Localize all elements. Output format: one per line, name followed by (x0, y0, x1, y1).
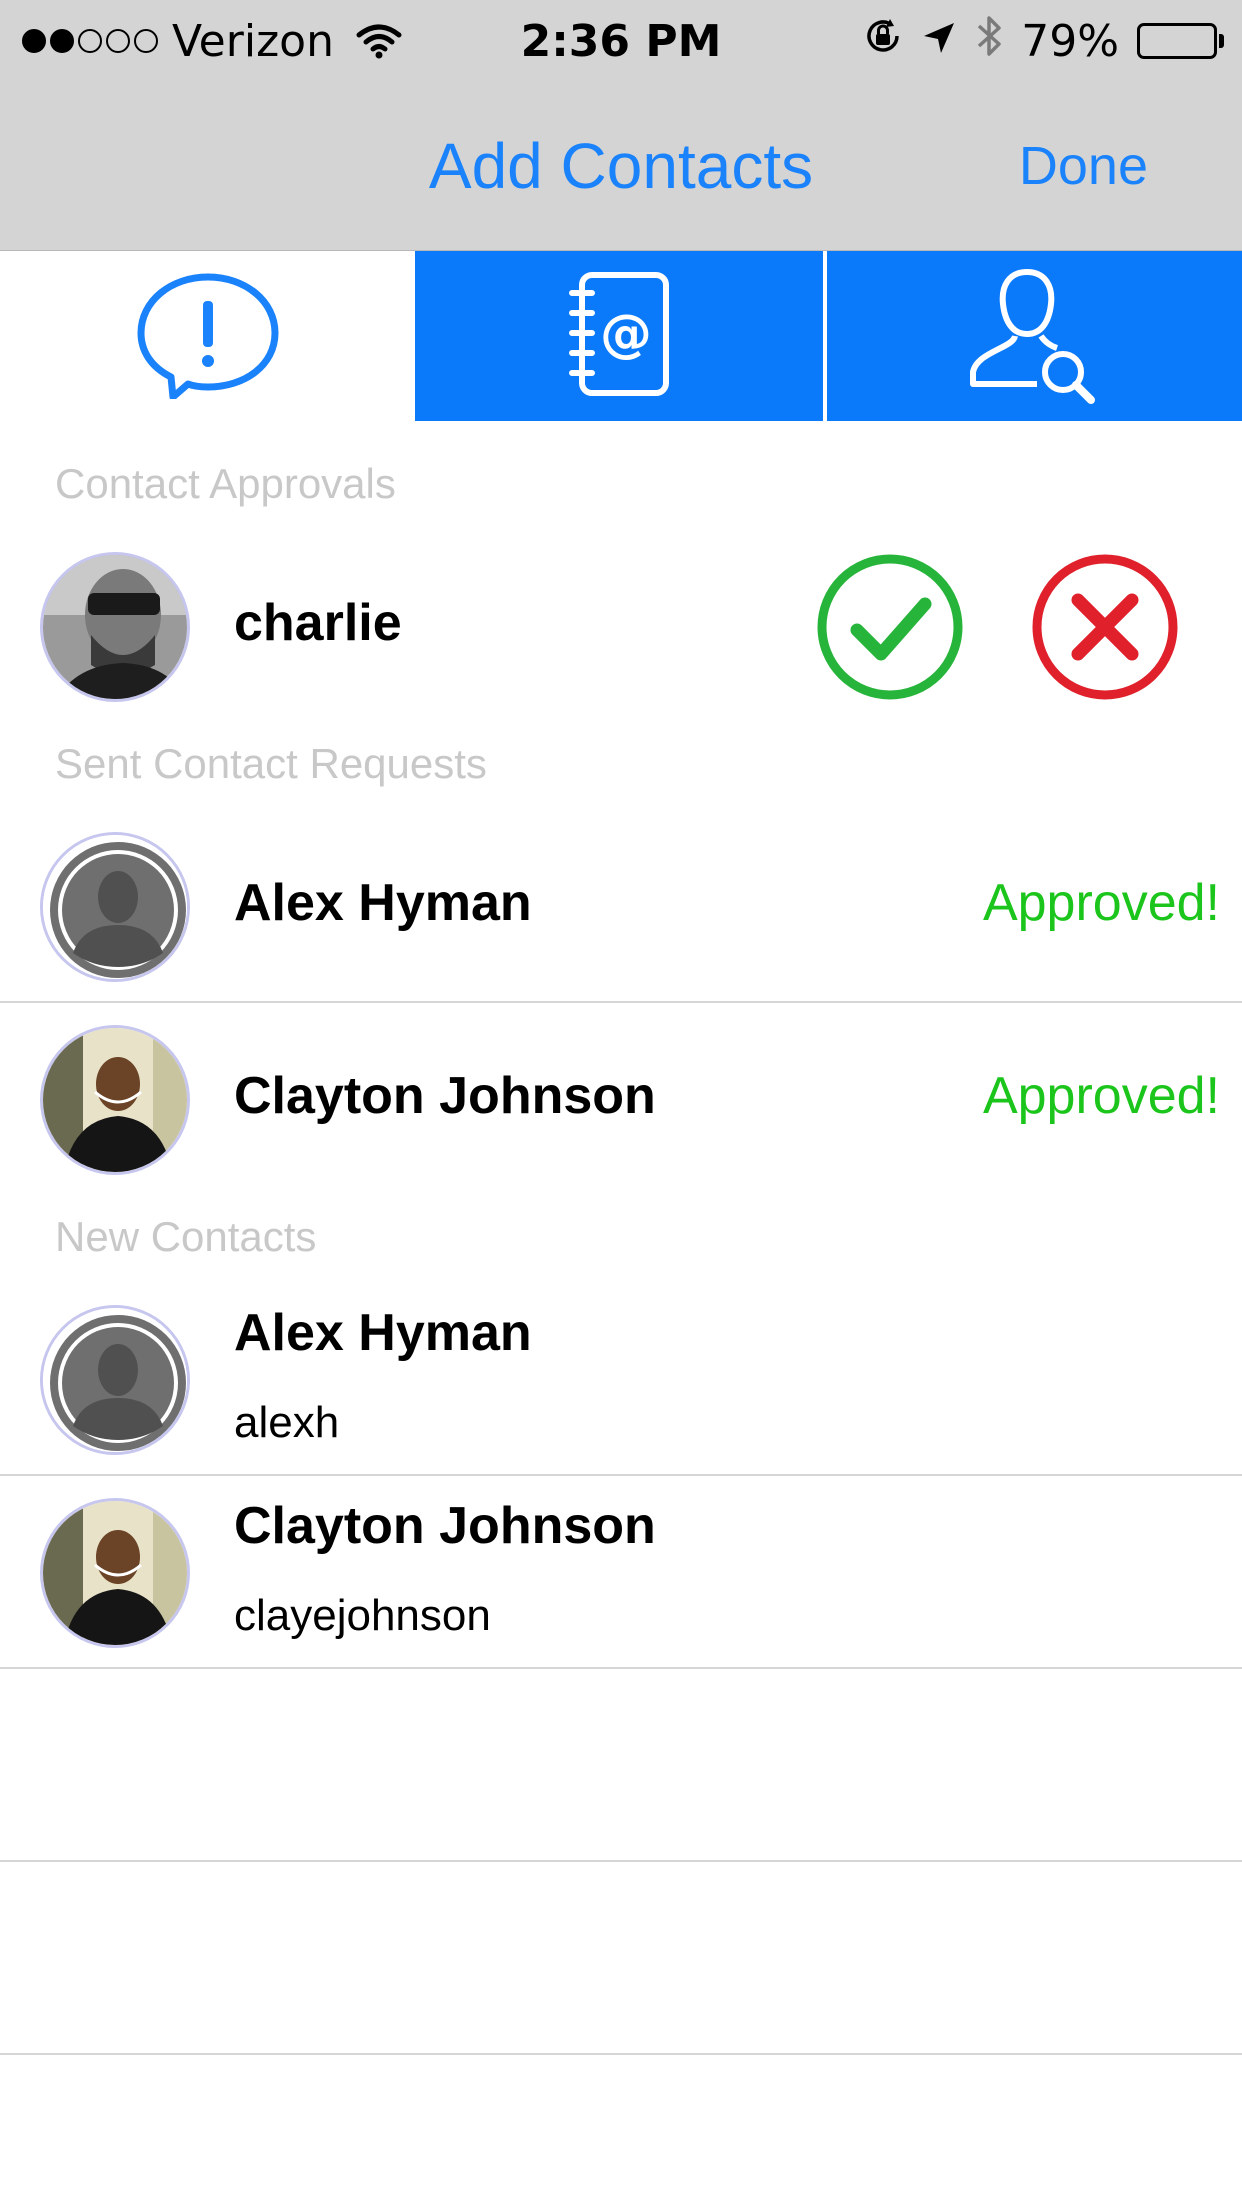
section-header-new: New Contacts (55, 1213, 317, 1260)
tab-search-users[interactable] (827, 251, 1242, 421)
segmented-tab-bar: @ (0, 251, 1242, 421)
avatar (40, 552, 190, 702)
battery-icon (1137, 23, 1224, 59)
done-button[interactable]: Done (1019, 82, 1148, 250)
location-arrow-icon (921, 16, 957, 67)
contact-name: Clayton Johnson (234, 1497, 656, 1555)
contact-name: Alex Hyman (234, 874, 532, 932)
contact-name: Clayton Johnson (234, 1067, 656, 1125)
avatar-placeholder (40, 1305, 190, 1455)
x-circle-icon (1030, 554, 1180, 706)
sent-request-row[interactable]: Clayton Johnson Approved! (0, 1003, 1242, 1196)
contact-name: Alex Hyman (234, 1304, 532, 1362)
section-header-sent: Sent Contact Requests (55, 740, 487, 787)
navigation-bar: Add Contacts Done (0, 82, 1242, 251)
avatar (40, 1025, 190, 1175)
bluetooth-icon (975, 14, 1003, 69)
section-header-approvals: Contact Approvals (55, 460, 396, 507)
accept-button[interactable] (815, 552, 965, 702)
contact-username: alexh (234, 1398, 340, 1447)
tab-requests[interactable] (0, 251, 415, 421)
empty-table-row (0, 1862, 1242, 2055)
status-right: 79% (863, 0, 1224, 82)
empty-table-row (0, 1669, 1242, 1862)
battery-percent: 79% (1021, 15, 1119, 67)
new-contact-row[interactable]: Alex Hyman alexh (0, 1283, 1242, 1476)
reject-button[interactable] (1030, 552, 1180, 702)
status-bar: Verizon 2:36 PM 79% (0, 0, 1242, 82)
notification-bubble-icon (133, 269, 283, 404)
orientation-lock-icon (863, 16, 903, 67)
sent-request-row[interactable]: Alex Hyman Approved! (0, 810, 1242, 1003)
approval-row: charlie (0, 530, 1242, 723)
contact-username: clayejohnson (234, 1591, 491, 1640)
search-user-icon (965, 264, 1105, 409)
contact-name: charlie (234, 594, 402, 652)
checkmark-circle-icon (815, 554, 965, 706)
address-book-icon: @ (564, 269, 674, 404)
avatar (40, 1498, 190, 1648)
request-status: Approved! (982, 874, 1220, 932)
avatar-placeholder (40, 832, 190, 982)
new-contact-row[interactable]: Clayton Johnson clayejohnson (0, 1476, 1242, 1669)
tab-address-book[interactable]: @ (415, 251, 827, 421)
svg-text:@: @ (600, 304, 652, 364)
request-status: Approved! (982, 1067, 1220, 1125)
